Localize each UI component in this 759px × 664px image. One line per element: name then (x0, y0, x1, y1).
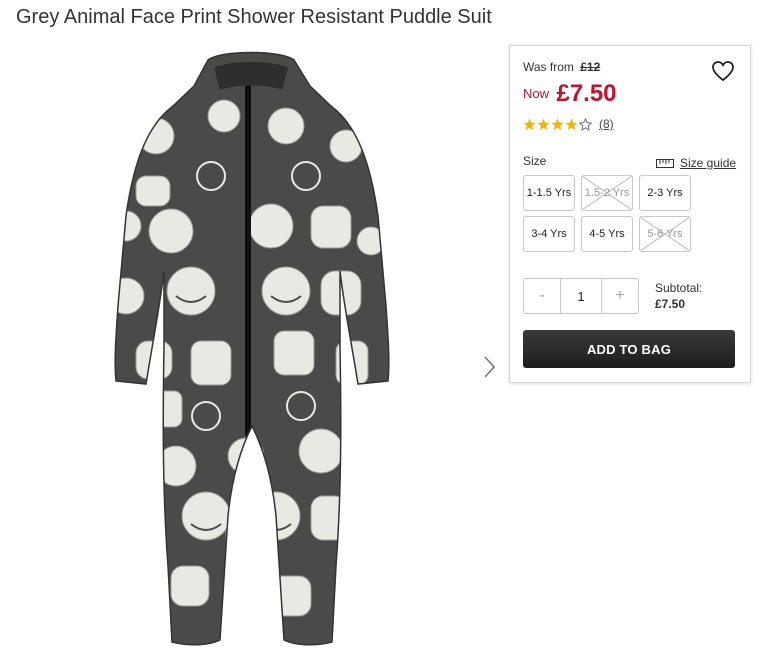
heart-icon[interactable] (711, 60, 735, 82)
decrease-quantity-button[interactable]: - (524, 279, 560, 313)
size-option-label: 2-3 Yrs (647, 187, 683, 199)
star-filled-icon (565, 118, 578, 130)
size-option-label: 3-4 Yrs (531, 228, 567, 240)
star-filled-icon (523, 118, 536, 130)
size-option-label: 4-5 Yrs (589, 228, 625, 240)
was-price: £12 (580, 60, 601, 74)
size-label: Size (523, 154, 547, 168)
add-to-bag-button[interactable]: ADD TO BAG (523, 330, 735, 368)
now-price-row: Now £7.50 (523, 80, 617, 108)
size-guide-label: Size guide (680, 156, 737, 170)
was-label: Was from (523, 60, 574, 74)
size-option-label: 5-6 Yrs (647, 228, 683, 240)
size-option-button[interactable]: 3-4 Yrs (523, 216, 575, 252)
product-image (114, 51, 390, 646)
star-empty-icon (579, 117, 592, 131)
star-rating[interactable]: (8) (523, 117, 614, 131)
size-option-button[interactable]: 5-6 Yrs (639, 216, 691, 252)
star-filled-icon (537, 118, 550, 130)
size-option-button[interactable]: 2-3 Yrs (639, 175, 691, 211)
size-option-button[interactable]: 1.5-2 Yrs (581, 175, 633, 211)
star-filled-icon (551, 118, 564, 130)
subtotal-amount: £7.50 (655, 297, 686, 311)
was-price-row: Was from £12 (523, 60, 600, 74)
now-label: Now (523, 86, 550, 101)
product-title: Grey Animal Face Print Shower Resistant … (16, 6, 492, 28)
increase-quantity-button[interactable]: + (602, 279, 638, 313)
size-option-button[interactable]: 1-1.5 Yrs (523, 175, 575, 211)
stars (523, 117, 593, 131)
size-option-label: 1-1.5 Yrs (526, 187, 572, 199)
ruler-icon (656, 158, 674, 168)
purchase-panel: Was from £12 Now £7.50 (8) Size Size gui… (509, 45, 751, 383)
size-guide-link[interactable]: Size guide (656, 156, 736, 170)
subtotal-label: Subtotal: (655, 281, 703, 295)
review-count-link[interactable]: (8) (599, 117, 614, 131)
chevron-right-icon[interactable] (480, 354, 498, 380)
size-option-button[interactable]: 4-5 Yrs (581, 216, 633, 252)
now-price: £7.50 (556, 80, 617, 107)
size-option-label: 1.5-2 Yrs (584, 187, 630, 199)
quantity-value[interactable]: 1 (560, 279, 602, 313)
subtotal: Subtotal: £7.50 (655, 280, 702, 312)
quantity-stepper: - 1 + (523, 278, 639, 314)
